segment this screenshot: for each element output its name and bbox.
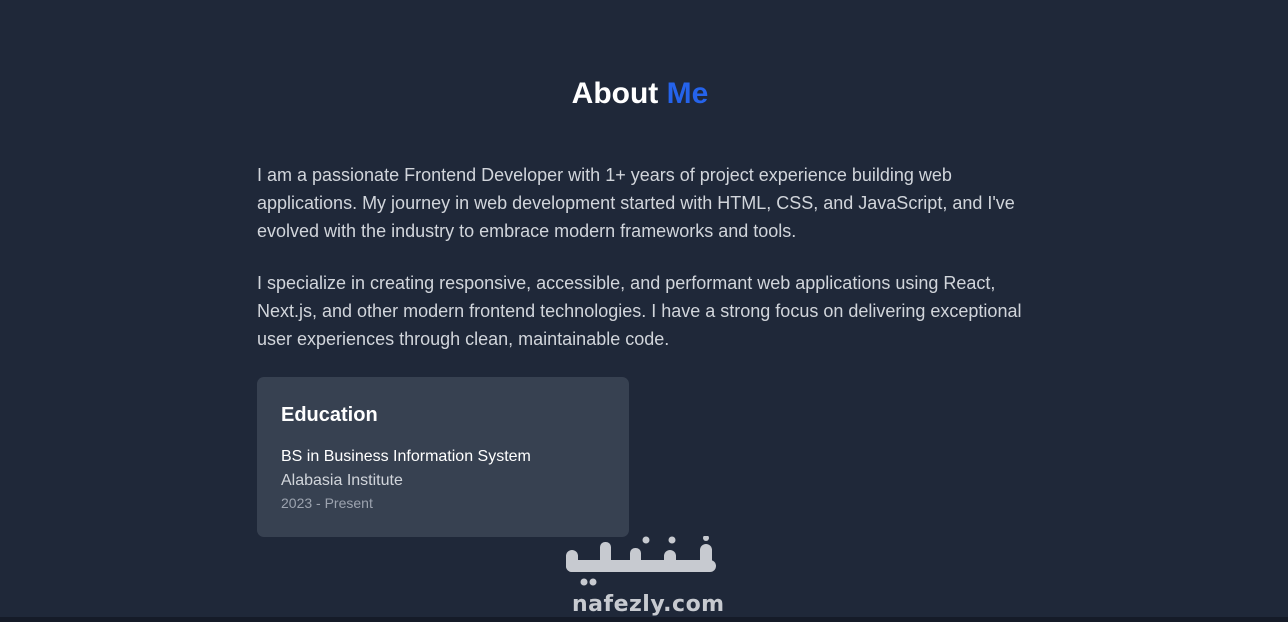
about-paragraph-1: I am a passionate Frontend Developer wit…: [257, 165, 1015, 241]
education-school: Alabasia Institute: [281, 472, 403, 489]
about-title: About Me: [0, 74, 1280, 114]
nafezly-domain-text: nafezly.com: [572, 592, 725, 617]
education-period: 2023 - Present: [281, 495, 373, 511]
about-title-accent: Me: [666, 77, 709, 110]
bottom-strip: [0, 617, 1288, 622]
education-card: Education BS in Business Information Sys…: [257, 377, 629, 537]
nafezly-watermark-logo: nafezly.com: [560, 536, 730, 622]
about-title-main: About: [571, 77, 659, 110]
education-degree: BS in Business Information System: [281, 448, 531, 465]
nafezly-arabic-logo-icon: [566, 536, 716, 586]
about-paragraph-2: I specialize in creating responsive, acc…: [257, 273, 1022, 349]
education-heading: Education: [281, 404, 378, 426]
about-description: I am a passionate Frontend Developer wit…: [257, 161, 1032, 377]
